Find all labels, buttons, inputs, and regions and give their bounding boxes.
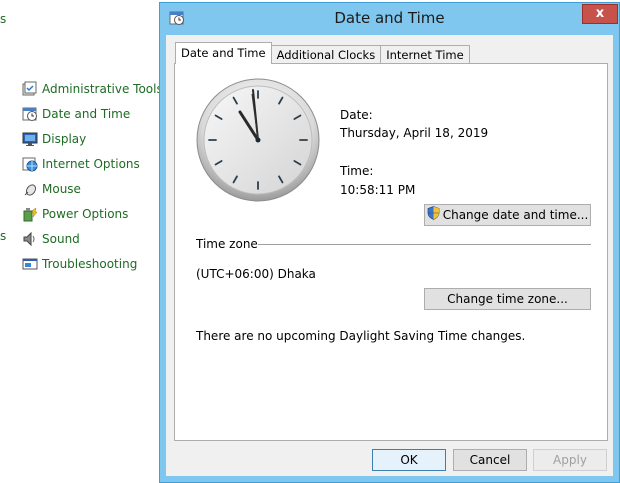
- cp-item-label: Administrative Tools: [42, 81, 163, 96]
- cp-item-label: Mouse: [42, 181, 81, 196]
- cut-off-link-fragment[interactable]: s: [0, 12, 6, 26]
- dialog-client-area: Date and Time Additional Clocks Internet…: [166, 35, 613, 476]
- cp-item-label: Display: [42, 131, 87, 146]
- cp-item-label: Date and Time: [42, 106, 131, 121]
- dialog-title: Date and Time: [334, 9, 445, 27]
- change-time-zone-button[interactable]: Change time zone...: [424, 288, 591, 310]
- tab-date-and-time[interactable]: Date and Time: [175, 42, 272, 64]
- administrative-tools-icon: [22, 81, 38, 97]
- cancel-button[interactable]: Cancel: [453, 449, 527, 471]
- close-button[interactable]: x: [582, 4, 618, 24]
- time-label: Time:: [340, 164, 374, 178]
- ok-button[interactable]: OK: [372, 449, 446, 471]
- internet-options-icon: [22, 156, 38, 172]
- date-label: Date:: [340, 108, 373, 122]
- cut-off-link-fragment[interactable]: s: [0, 229, 6, 243]
- date-time-tab-panel: Date: Thursday, April 18, 2019 Time: 10:…: [174, 63, 608, 441]
- cp-item-administrative-tools[interactable]: Administrative Tools: [22, 76, 163, 101]
- control-panel-list: Administrative Tools Date and Time Displ…: [22, 76, 163, 276]
- title-bar[interactable]: Date and Time x: [160, 3, 619, 33]
- cp-item-troubleshooting[interactable]: Troubleshooting: [22, 251, 163, 276]
- date-time-icon: [22, 106, 38, 122]
- uac-shield-icon: [427, 205, 440, 226]
- change-date-time-button[interactable]: Change date and time...: [424, 204, 591, 226]
- change-date-time-label: Change date and time...: [442, 208, 589, 222]
- cp-item-sound[interactable]: Sound: [22, 226, 163, 251]
- apply-button[interactable]: Apply: [533, 449, 607, 471]
- troubleshooting-icon: [22, 256, 38, 272]
- analog-clock: [196, 78, 320, 202]
- sound-icon: [22, 231, 38, 247]
- date-time-dialog: Date and Time x Date and Time Additional…: [159, 2, 620, 483]
- mouse-icon: [22, 181, 38, 197]
- tab-internet-time[interactable]: Internet Time: [380, 45, 470, 64]
- cp-item-internet-options[interactable]: Internet Options: [22, 151, 163, 176]
- group-divider: [258, 244, 591, 245]
- dst-message: There are no upcoming Daylight Saving Ti…: [196, 329, 526, 343]
- cp-item-label: Internet Options: [42, 156, 140, 171]
- cp-item-power-options[interactable]: Power Options: [22, 201, 163, 226]
- time-zone-group: Time zone: [196, 237, 591, 251]
- cp-item-mouse[interactable]: Mouse: [22, 176, 163, 201]
- time-zone-group-label: Time zone: [196, 237, 258, 251]
- screen: s s Administrative Tools Date and Time D…: [0, 0, 620, 483]
- tab-strip: Date and Time Additional Clocks Internet…: [175, 42, 470, 64]
- cp-item-label: Sound: [42, 231, 80, 246]
- cp-item-label: Troubleshooting: [42, 256, 138, 271]
- cp-item-label: Power Options: [42, 206, 129, 221]
- time-value: 10:58:11 PM: [340, 183, 416, 197]
- date-value: Thursday, April 18, 2019: [340, 126, 489, 140]
- power-options-icon: [22, 206, 38, 222]
- cp-item-display[interactable]: Display: [22, 126, 163, 151]
- display-icon: [22, 131, 38, 147]
- tab-additional-clocks[interactable]: Additional Clocks: [270, 45, 382, 64]
- time-zone-value: (UTC+06:00) Dhaka: [196, 267, 316, 281]
- cp-item-date-and-time[interactable]: Date and Time: [22, 101, 163, 126]
